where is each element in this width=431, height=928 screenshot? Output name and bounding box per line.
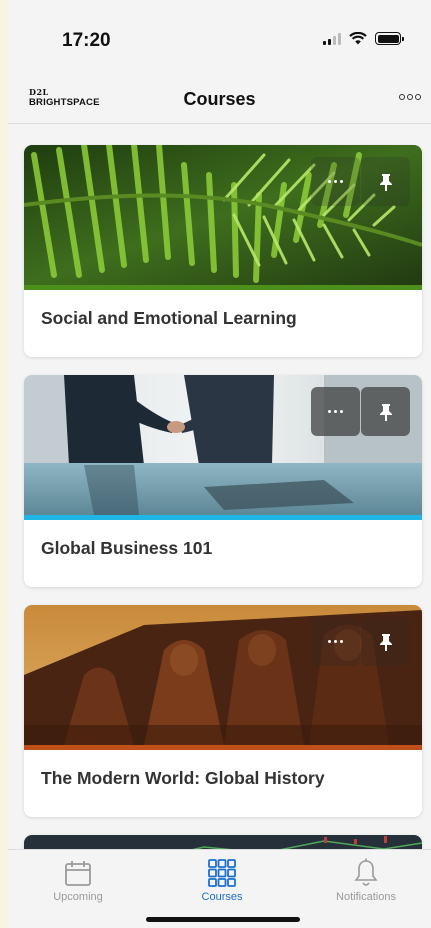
tab-label: Notifications xyxy=(336,891,396,903)
bell-icon xyxy=(354,858,378,886)
tab-upcoming[interactable]: Upcoming xyxy=(18,858,138,903)
app-header: D2L BRIGHTSPACE Courses xyxy=(8,78,431,124)
temple-statues-image xyxy=(24,605,422,745)
phone-screen: 17:20 D2L BRIGHTSPACE Courses Social and… xyxy=(8,0,431,928)
pin-button[interactable] xyxy=(361,157,410,206)
course-title[interactable]: Global Business 101 xyxy=(41,538,212,559)
calendar-icon xyxy=(65,861,91,886)
more-options-icon xyxy=(328,410,343,413)
tab-label: Upcoming xyxy=(53,891,103,903)
more-options-icon xyxy=(328,640,343,643)
pin-button[interactable] xyxy=(361,387,410,436)
pin-icon xyxy=(379,173,392,191)
course-accent-bar xyxy=(24,745,422,750)
tab-courses[interactable]: Courses xyxy=(162,858,282,903)
course-menu-button[interactable] xyxy=(311,157,360,206)
course-accent-bar xyxy=(24,515,422,520)
course-title[interactable]: Social and Emotional Learning xyxy=(41,308,297,329)
course-list[interactable]: Social and Emotional Learning Global Bus… xyxy=(8,125,431,849)
handshake-image xyxy=(24,375,422,515)
battery-icon xyxy=(375,32,404,45)
pin-icon xyxy=(379,403,392,421)
more-options-icon[interactable] xyxy=(399,94,421,100)
page-title: Courses xyxy=(183,89,256,109)
course-card[interactable]: The Modern World: Global History xyxy=(24,605,422,817)
status-icons xyxy=(323,32,404,45)
tab-label: Courses xyxy=(201,891,243,903)
course-image xyxy=(24,835,422,849)
status-bar: 17:20 xyxy=(8,0,431,78)
course-menu-button[interactable] xyxy=(311,617,360,666)
status-time: 17:20 xyxy=(62,30,111,51)
more-options-icon xyxy=(328,180,343,183)
course-card[interactable]: Social and Emotional Learning xyxy=(24,145,422,357)
course-title[interactable]: The Modern World: Global History xyxy=(41,768,325,789)
course-menu-button[interactable] xyxy=(311,387,360,436)
course-accent-bar xyxy=(24,285,422,290)
cellular-signal-icon xyxy=(323,32,341,45)
tab-notifications[interactable]: Notifications xyxy=(306,858,426,903)
pin-button[interactable] xyxy=(361,617,410,666)
course-card[interactable] xyxy=(24,835,422,849)
pin-icon xyxy=(379,633,392,651)
wifi-icon xyxy=(349,32,367,45)
home-indicator xyxy=(146,917,300,922)
grid-icon xyxy=(208,859,236,887)
course-card[interactable]: Global Business 101 xyxy=(24,375,422,587)
fern-leaf-image xyxy=(24,145,422,285)
